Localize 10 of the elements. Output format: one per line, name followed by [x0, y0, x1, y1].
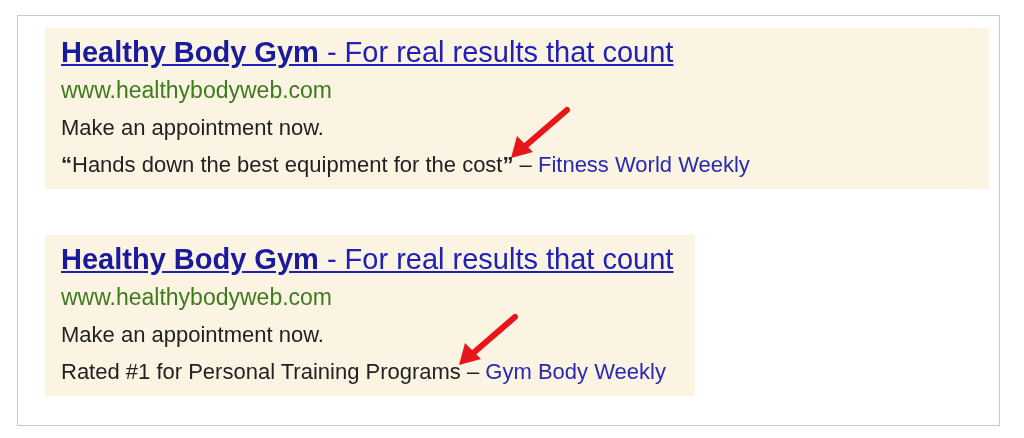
- review-text: Rated #1 for Personal Training Programs – Gym Body Weekly: [61, 359, 666, 384]
- review-source-link[interactable]: Fitness World Weekly: [537, 152, 750, 177]
- ad-title-link[interactable]: Healthy Body Gym - For real results that count: [61, 239, 674, 279]
- review-text: “Hands down the best equipment for the cost” – Fitness World Weekly: [61, 152, 750, 177]
- ad-url: www.healthybodyweb.com: [61, 76, 333, 105]
- ad-description: Make an appointment now.: [61, 321, 324, 349]
- ad-description: Make an appointment now.: [61, 114, 324, 142]
- review-source-link[interactable]: Gym Body Weekly: [485, 359, 666, 384]
- ad-url: www.healthybodyweb.com: [61, 283, 333, 312]
- ad-title-link[interactable]: Healthy Body Gym - For real results that count: [61, 32, 674, 72]
